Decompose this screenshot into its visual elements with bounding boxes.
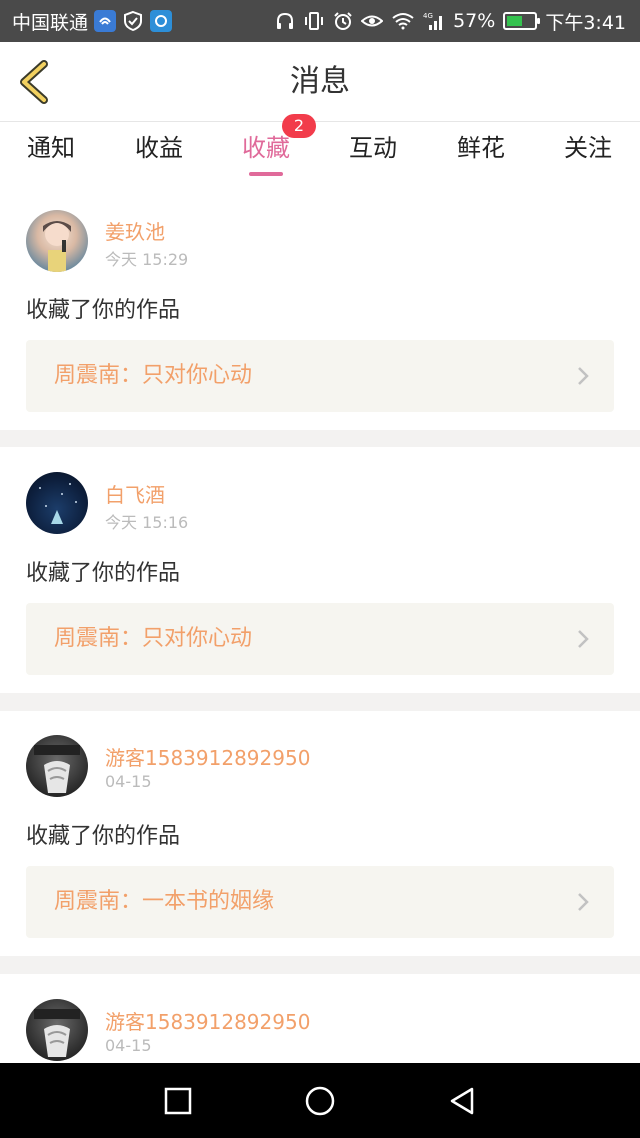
page-title: 消息 xyxy=(290,64,350,99)
work-title: 周震南：只对你心动 xyxy=(54,363,253,388)
username[interactable]: 白飞酒 xyxy=(105,479,165,508)
tab-flowers[interactable]: 鲜花 xyxy=(436,122,526,186)
tab-bar: 通知 收益 收藏 2 互动 鲜花 关注 xyxy=(0,114,640,186)
tab-notifications[interactable]: 通知 xyxy=(6,122,96,186)
recent-apps-button[interactable] xyxy=(158,1081,198,1121)
tab-label: 收藏 xyxy=(242,134,290,162)
triangle-back-icon xyxy=(450,1087,474,1115)
username[interactable]: 姜玖池 xyxy=(105,216,165,245)
username[interactable]: 游客1583912892950 xyxy=(105,742,310,771)
chevron-right-icon xyxy=(578,630,589,648)
square-icon xyxy=(164,1087,192,1115)
wifi-icon xyxy=(391,12,415,30)
app-header: 消息 xyxy=(0,42,640,122)
headphones-icon xyxy=(275,11,295,31)
tab-label: 鲜花 xyxy=(457,134,505,162)
tab-follows[interactable]: 关注 xyxy=(543,122,633,186)
work-link[interactable]: 周震南：只对你心动 xyxy=(26,340,614,412)
svg-text:4G: 4G xyxy=(423,12,433,20)
message-list[interactable]: 姜玖池 今天 15:29 收藏了你的作品 周震南：只对你心动 白飞酒 今天 15… xyxy=(0,186,640,1063)
system-nav-bar xyxy=(0,1063,640,1138)
tab-label: 通知 xyxy=(27,134,75,162)
avatar[interactable] xyxy=(26,210,88,272)
avatar[interactable] xyxy=(26,472,88,534)
avatar-image xyxy=(34,745,80,793)
action-text: 收藏了你的作品 xyxy=(26,298,181,323)
list-item: 游客1583912892950 04-15 xyxy=(0,974,640,1063)
battery-icon xyxy=(503,12,541,30)
work-link[interactable]: 周震南：只对你心动 xyxy=(26,603,614,675)
avatar-image xyxy=(39,483,77,524)
list-item: 白飞酒 今天 15:16 收藏了你的作品 周震南：只对你心动 xyxy=(0,447,640,693)
action-text: 收藏了你的作品 xyxy=(26,824,181,849)
signal-icon: 4G xyxy=(423,11,445,31)
tab-earnings[interactable]: 收益 xyxy=(114,122,204,186)
chevron-right-icon xyxy=(578,893,589,911)
avatar-image xyxy=(43,221,71,272)
chevron-right-icon xyxy=(578,367,589,385)
tab-interactions[interactable]: 互动 xyxy=(328,122,418,186)
action-text: 收藏了你的作品 xyxy=(26,561,181,586)
timestamp: 04-15 xyxy=(105,772,152,791)
list-item: 游客1583912892950 04-15 收藏了你的作品 周震南：一本书的姻缘 xyxy=(0,711,640,956)
list-item: 姜玖池 今天 15:29 收藏了你的作品 周震南：只对你心动 xyxy=(0,186,640,430)
system-back-button[interactable] xyxy=(442,1081,482,1121)
avatar[interactable] xyxy=(26,999,88,1061)
battery-percent: 57% xyxy=(453,10,496,32)
avatar-image xyxy=(34,1009,80,1057)
timestamp: 今天 15:29 xyxy=(105,250,189,269)
work-title: 周震南：一本书的姻缘 xyxy=(54,889,275,914)
work-link[interactable]: 周震南：一本书的姻缘 xyxy=(26,866,614,938)
avatar[interactable] xyxy=(26,735,88,797)
status-bar: 中国联通 4G 57% 下午3:41 xyxy=(0,0,640,42)
shield-check-icon xyxy=(122,10,144,32)
unread-badge: 2 xyxy=(282,114,316,138)
vibrate-icon xyxy=(303,11,325,31)
tab-label: 关注 xyxy=(564,134,612,162)
tab-label: 收益 xyxy=(135,134,183,162)
tab-favorites[interactable]: 收藏 2 xyxy=(221,114,316,186)
clock: 下午3:41 xyxy=(545,11,626,34)
carrier-label: 中国联通 xyxy=(12,11,89,34)
circle-icon xyxy=(305,1086,335,1116)
eye-icon xyxy=(361,12,384,30)
battery-level-fill xyxy=(507,16,523,26)
work-title: 周震南：只对你心动 xyxy=(54,626,253,651)
active-tab-indicator xyxy=(249,172,283,176)
alarm-icon xyxy=(333,11,353,31)
username[interactable]: 游客1583912892950 xyxy=(105,1006,310,1035)
tab-label: 互动 xyxy=(349,134,397,162)
timestamp: 今天 15:16 xyxy=(105,513,189,532)
home-button[interactable] xyxy=(300,1081,340,1121)
timestamp: 04-15 xyxy=(105,1036,152,1055)
hd-call-icon xyxy=(94,10,117,32)
app-notification-icon xyxy=(150,10,173,32)
